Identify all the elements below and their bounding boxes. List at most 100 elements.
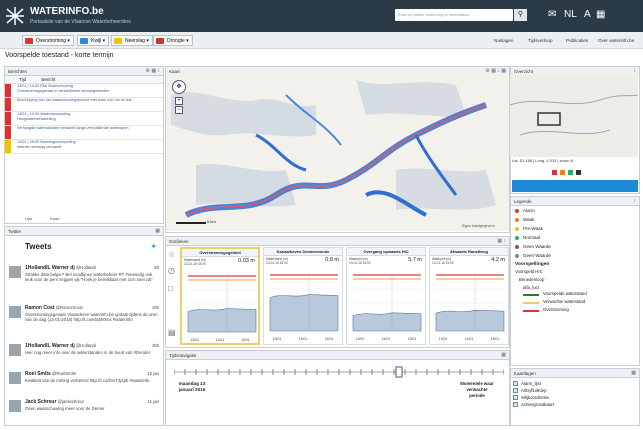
legend-section-title: Voorspellingen bbox=[515, 262, 550, 267]
list-item[interactable]: Verhoogde waterstanden verwacht langs ve… bbox=[5, 126, 163, 140]
clock-icon[interactable]: ◷ bbox=[168, 266, 175, 275]
x-tick-label: 13/01 bbox=[190, 338, 199, 342]
language-toggle[interactable]: NL bbox=[564, 8, 577, 22]
tweet-handle[interactable]: @Hollandi bbox=[76, 343, 96, 348]
x-tick-label: 14/01 bbox=[464, 337, 474, 341]
tweet-author[interactable]: Roel Smits bbox=[25, 371, 51, 377]
tweet-handle[interactable]: @Hollandi bbox=[76, 265, 96, 270]
expand-icon[interactable]: □ bbox=[168, 284, 173, 293]
menu-over[interactable]: Over waterinfo.be bbox=[598, 38, 634, 43]
panel-controls[interactable]: ▦ bbox=[155, 227, 160, 236]
toolbar-button-3[interactable]: Droogte ▾ bbox=[153, 35, 193, 46]
layer-checkbox[interactable] bbox=[513, 381, 518, 386]
legend-marker-icon bbox=[515, 226, 519, 231]
layer-checkbox[interactable] bbox=[513, 402, 518, 407]
panel-title: Berichten bbox=[8, 69, 28, 74]
search-input[interactable]: Zoek op straat, waterloop of meetstation… bbox=[395, 9, 513, 21]
x-tick-label: 15/01 bbox=[241, 338, 250, 342]
legend-line-swatch bbox=[523, 310, 539, 312]
menu-publicaties[interactable]: Publicaties bbox=[566, 38, 588, 43]
zoom-out-button[interactable]: − bbox=[175, 106, 183, 114]
timeline-track[interactable] bbox=[174, 365, 504, 379]
category-icon bbox=[114, 38, 122, 44]
column-header-time[interactable]: Tijd bbox=[19, 77, 26, 82]
zoom-in-button[interactable]: + bbox=[175, 97, 183, 105]
tweet-author[interactable]: Jack Schreur bbox=[25, 399, 56, 405]
avatar[interactable] bbox=[9, 306, 21, 318]
chart-icon[interactable]: ▤ bbox=[168, 328, 176, 337]
hydrograph-chart[interactable]: Overgang opwaarts HIC Waterpeil (m) 13-01-… bbox=[346, 247, 426, 345]
favorite-star-icon[interactable]: ☆ bbox=[168, 250, 175, 259]
toolbar-button-label: Kwijl bbox=[91, 38, 102, 44]
panel-controls[interactable]: ↕ bbox=[634, 197, 637, 206]
x-tick-label: 14/01 bbox=[215, 338, 225, 342]
panel-controls[interactable]: ⚙ ▦ ↕ bbox=[146, 67, 161, 76]
layer-checkbox[interactable] bbox=[513, 388, 518, 393]
map-canvas[interactable] bbox=[166, 75, 509, 231]
tweet-item[interactable]: Ramon Cost @RamonCost 15h Overstromingsgev… bbox=[9, 305, 159, 323]
hydrograph-chart[interactable]: Kanaalhaven Dendermonde Waterstand (m) 13-… bbox=[263, 247, 343, 345]
avatar[interactable] bbox=[9, 372, 21, 384]
avatar[interactable] bbox=[9, 344, 21, 356]
tweet-author[interactable]: Ramon Cost bbox=[25, 305, 54, 311]
toolbar-button-0[interactable]: Overstroming ▾ bbox=[22, 35, 74, 46]
map-tab[interactable]: Kaart bbox=[50, 216, 60, 221]
twitter-bird-icon[interactable]: ✦ bbox=[150, 242, 157, 251]
panel-controls[interactable]: ▦ ↕ bbox=[497, 237, 506, 246]
menu-naslagen[interactable]: Naslagen bbox=[494, 38, 513, 43]
tweet-item[interactable]: 1HollandlL Warner dj @Hollandi 5h Strakke … bbox=[9, 265, 159, 283]
x-tick-label: 14/01 bbox=[381, 337, 391, 341]
tweet-author[interactable]: 1HollandlL Warner dj bbox=[25, 343, 75, 349]
chart-current-value: 4.2 m bbox=[491, 257, 505, 263]
toolbar-button-1[interactable]: Kwijl ▾ bbox=[77, 35, 110, 46]
tweet-item[interactable]: Roel Smits @RoelSmits 12 jan Kwaliteit van… bbox=[9, 371, 159, 384]
x-tick-label: 15/01 bbox=[407, 337, 417, 341]
layer-item[interactable]: Alarm_lijst bbox=[511, 380, 639, 387]
tweet-handle[interactable]: @jackschreur bbox=[58, 399, 84, 404]
tweet-time: 15h bbox=[151, 343, 159, 348]
menu-tijdsverloop[interactable]: Tijdsverloop bbox=[528, 38, 553, 43]
list-tab[interactable]: Lijst bbox=[25, 216, 32, 221]
search-button[interactable]: ⚲ bbox=[514, 9, 527, 21]
list-item[interactable]: 13/01 | 14:00 RMI Waarschuwing Overstromi… bbox=[5, 84, 163, 98]
timeline-period: Momentele waar verwachte periode bbox=[460, 381, 494, 398]
chart-xticks: 13/01 14/01 15/01 bbox=[430, 337, 508, 341]
list-item[interactable]: Beschrijving van het waarschuwingsberich… bbox=[5, 98, 163, 112]
font-size-toggle[interactable]: A bbox=[584, 8, 591, 22]
panel-controls[interactable]: ▦ bbox=[501, 351, 506, 360]
legend-line-item: Overstroming bbox=[511, 306, 639, 314]
list-item[interactable]: 13/01 | 10:00 Waterverwachting Hoogwaterv… bbox=[5, 112, 163, 126]
panel-title: Kaartlagen bbox=[514, 371, 536, 376]
toolbar-button-2[interactable]: Neerslag ▾ bbox=[111, 35, 153, 46]
panel-controls[interactable]: ▦ bbox=[631, 369, 636, 378]
list-item[interactable]: 13/01 | 09:00 Neerslagvoorspelling Intens… bbox=[5, 140, 163, 154]
mail-icon[interactable]: ✉ bbox=[548, 8, 556, 22]
avatar[interactable] bbox=[9, 266, 21, 278]
layer-checkbox[interactable] bbox=[513, 395, 518, 400]
brand-name[interactable]: WATERINFO.be bbox=[30, 6, 104, 17]
layer-item[interactable]: Wiljkoordenten bbox=[511, 394, 639, 401]
chart-title: Afwaarts Ranstbrug bbox=[430, 248, 508, 256]
layer-item[interactable]: AllGyfluitKlep bbox=[511, 387, 639, 394]
panel-header: Kaartlagen ▦ bbox=[511, 369, 639, 378]
waterinfo-logo-icon[interactable] bbox=[4, 5, 26, 27]
grid-icon[interactable]: ▦ bbox=[596, 8, 605, 22]
x-tick-label: 13/01 bbox=[438, 337, 448, 341]
overview-layer-switch[interactable] bbox=[512, 180, 638, 192]
map-pan-control[interactable]: ✥ bbox=[172, 80, 186, 94]
brand-tagline: Portaalsite van de Vlaamse Waterbeheerde… bbox=[30, 19, 131, 25]
hydrograph-chart[interactable]: Overstromingsgebied Waterstand (m) 13-01-1… bbox=[180, 247, 260, 345]
tweet-item[interactable]: 1HollandlL Warner dj @Hollandi 15h Hier no… bbox=[9, 343, 159, 356]
avatar[interactable] bbox=[9, 400, 21, 412]
chevron-down-icon: ▾ bbox=[66, 38, 70, 44]
chart-meta: Waterstand (m) 13-01-16 15:00 0.03 m bbox=[182, 257, 258, 270]
tweet-author[interactable]: 1HollandlL Warner dj bbox=[25, 265, 75, 271]
column-header-bericht[interactable]: Bericht bbox=[41, 77, 55, 82]
tweet-handle[interactable]: @RoelSmits bbox=[52, 371, 76, 376]
hydrograph-chart[interactable]: Afwaarts Ranstbrug Waterpeil (m) 13-01-16 … bbox=[429, 247, 509, 345]
layer-item[interactable]: Achtergrondkaart bbox=[511, 401, 639, 408]
layer-label: AllGyfluitKlep bbox=[521, 388, 547, 393]
overview-map[interactable] bbox=[510, 75, 638, 157]
tweet-handle[interactable]: @RamonCost bbox=[56, 305, 83, 310]
tweet-item[interactable]: Jack Schreur @jackschreur 11 jan Geen waar… bbox=[9, 399, 159, 412]
